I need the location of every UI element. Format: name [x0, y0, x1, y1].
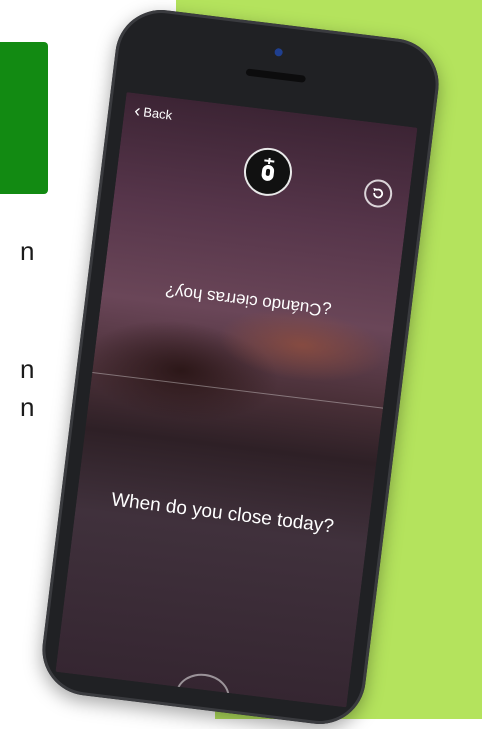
green-card: [0, 42, 48, 194]
app-screen: ‹ Back ¿Cuándo cierras hoy? When do you …: [55, 92, 418, 708]
microphone-icon: [261, 157, 275, 181]
side-text-line-1: n: [20, 236, 35, 266]
source-phrase: ¿Cuándo cierras hoy?: [164, 281, 333, 321]
earpiece-speaker: [245, 68, 306, 83]
chevron-left-icon: ‹: [133, 100, 142, 121]
front-camera: [274, 47, 284, 57]
translated-phrase: When do you close today?: [110, 489, 335, 538]
back-button-label: Back: [142, 103, 174, 123]
home-button-hint: [173, 670, 233, 708]
reset-button[interactable]: [362, 177, 394, 210]
side-text-line-2: n: [20, 354, 35, 384]
refresh-icon: [373, 187, 384, 199]
divider-line: [92, 371, 384, 409]
microphone-button[interactable]: [241, 145, 295, 199]
side-text-line-3: n: [20, 392, 35, 422]
back-button[interactable]: ‹ Back: [133, 100, 174, 123]
